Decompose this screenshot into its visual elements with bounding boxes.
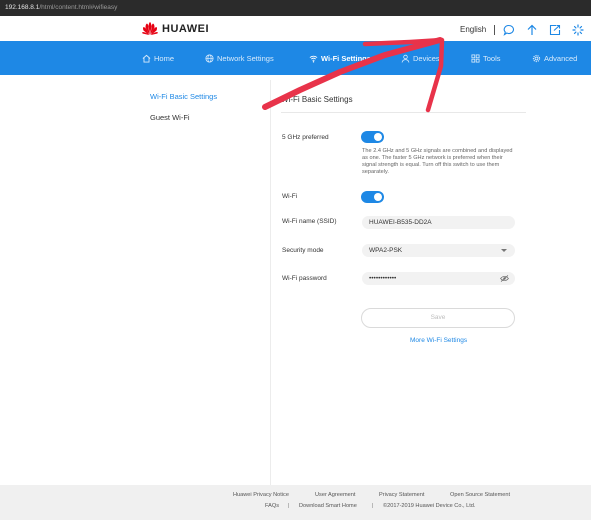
password-input[interactable]: •••••••••••• xyxy=(362,272,515,285)
sidebar-item-wifi-basic-settings[interactable]: Wi-Fi Basic Settings xyxy=(150,92,217,101)
home-icon xyxy=(142,54,151,63)
wifi-icon xyxy=(309,55,318,63)
password-value: •••••••••••• xyxy=(369,275,397,282)
nav-item-tools[interactable]: Tools xyxy=(471,41,501,75)
content-divider xyxy=(270,80,271,485)
brand-name: HUAWEI xyxy=(162,22,209,35)
hide-password-icon[interactable] xyxy=(500,275,509,282)
nav-item-label: Tools xyxy=(483,53,501,63)
ssid-value: HUAWEI-B535-DD2A xyxy=(369,219,432,226)
nav-item-devices[interactable]: Devices xyxy=(401,41,440,75)
nav-item-label: Wi-Fi Settings xyxy=(321,53,371,63)
ssid-input[interactable]: HUAWEI-B535-DD2A xyxy=(362,216,515,229)
nav-item-network-settings[interactable]: Network Settings xyxy=(205,41,274,75)
nav-item-label: Devices xyxy=(413,53,440,63)
user-icon xyxy=(401,54,410,63)
security-mode-select[interactable]: WPA2-PSK xyxy=(362,244,515,257)
annotation-arrow xyxy=(262,37,445,113)
brand-bar: HUAWEI English xyxy=(0,16,591,41)
footer-link-open-source[interactable]: Open Source Statement xyxy=(450,492,510,498)
footer-copyright: ©2017-2019 Huawei Device Co., Ltd. xyxy=(383,503,476,509)
page-title: Wi-Fi Basic Settings xyxy=(281,95,353,104)
nav-item-label: Network Settings xyxy=(217,53,274,63)
five-ghz-label: 5 GHz preferred xyxy=(282,134,329,141)
footer-link-faqs[interactable]: FAQs xyxy=(265,503,279,509)
footer-link-download-smart-home[interactable]: Download Smart Home xyxy=(299,503,357,509)
nav-item-label: Home xyxy=(154,53,175,63)
huawei-logo[interactable]: HUAWEI xyxy=(142,22,209,35)
grid-icon xyxy=(471,53,480,63)
footer-link-privacy-notice[interactable]: Huawei Privacy Notice xyxy=(233,492,289,498)
more-wifi-settings-link[interactable]: More Wi-Fi Settings xyxy=(410,337,467,344)
divider xyxy=(494,25,495,35)
footer-link-privacy-statement[interactable]: Privacy Statement xyxy=(379,492,424,498)
huawei-flower-icon xyxy=(142,22,158,35)
wifi-toggle[interactable] xyxy=(361,191,384,203)
gear-icon xyxy=(532,54,541,62)
sidebar-item-guest-wifi[interactable]: Guest Wi-Fi xyxy=(150,113,190,122)
wifi-label: Wi-Fi xyxy=(282,193,298,200)
url-host: 192.168.8.1 xyxy=(5,4,40,11)
message-icon[interactable] xyxy=(503,24,515,36)
footer-separator: | xyxy=(288,503,290,509)
globe-icon xyxy=(205,53,214,63)
password-label: Wi-Fi password xyxy=(282,275,327,282)
security-mode-label: Security mode xyxy=(282,247,324,254)
nav-item-label: Advanced xyxy=(544,53,578,63)
five-ghz-toggle[interactable] xyxy=(361,131,384,143)
footer-link-user-agreement[interactable]: User Agreement xyxy=(315,492,355,498)
five-ghz-description: The 2.4 GHz and 5 GHz signals are combin… xyxy=(362,148,513,175)
footer: Huawei Privacy Notice User Agreement Pri… xyxy=(0,485,591,520)
loading-icon xyxy=(572,24,584,36)
save-button[interactable]: Save xyxy=(361,308,515,328)
upload-icon[interactable] xyxy=(526,24,538,36)
address-bar[interactable]: 192.168.8.1/html/content.html#wifieasy xyxy=(0,0,591,16)
main-nav: Home Network Settings Wi-Fi Settings Dev… xyxy=(0,41,591,75)
nav-item-advanced[interactable]: Advanced xyxy=(532,41,577,75)
nav-item-home[interactable]: Home xyxy=(142,41,174,75)
security-mode-value: WPA2-PSK xyxy=(369,247,403,254)
url-path: /html/content.html#wifieasy xyxy=(39,4,118,11)
nav-item-wifi-settings[interactable]: Wi-Fi Settings xyxy=(309,41,371,75)
chevron-down-icon xyxy=(501,249,507,252)
footer-separator: | xyxy=(372,503,374,509)
logout-icon[interactable] xyxy=(549,24,561,36)
title-divider xyxy=(281,112,526,113)
ssid-label: Wi-Fi name (SSID) xyxy=(282,218,337,225)
language-selector[interactable]: English xyxy=(460,25,486,34)
